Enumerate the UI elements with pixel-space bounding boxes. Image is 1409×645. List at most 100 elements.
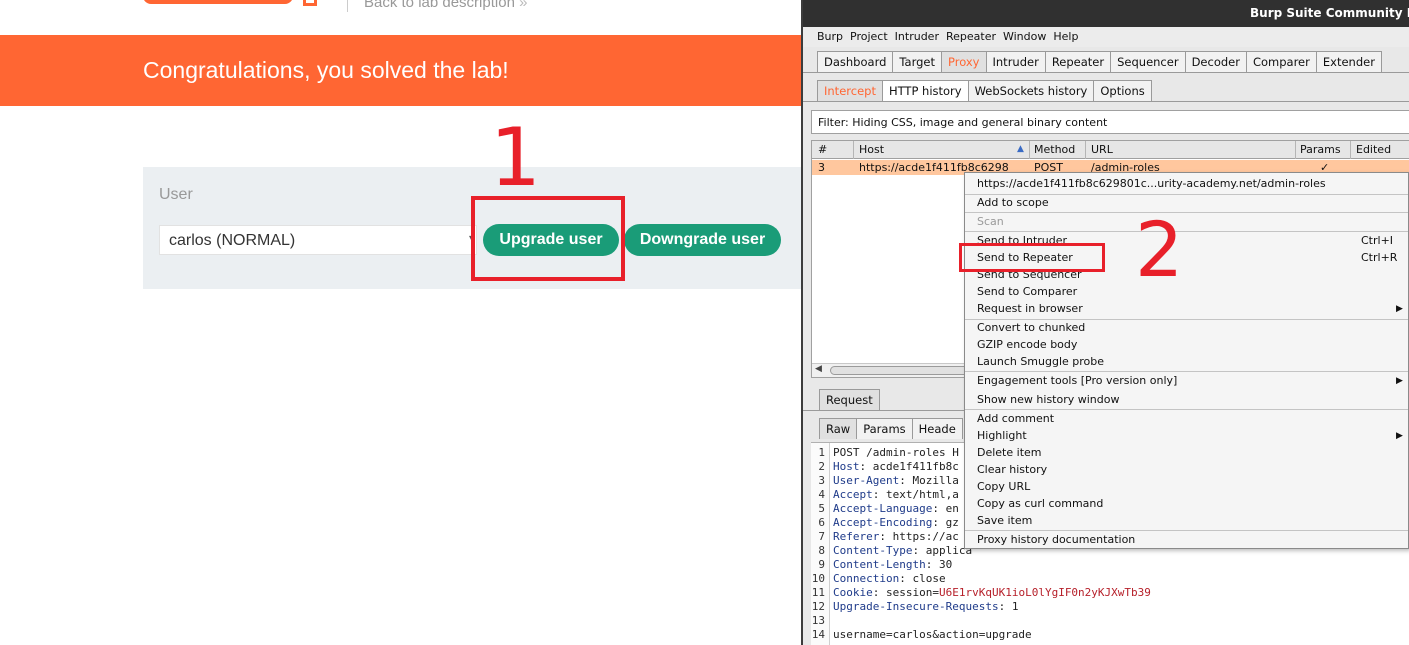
ctx-show-new-history[interactable]: Show new history window <box>977 393 1119 406</box>
main-tabs: Dashboard Target Proxy Intruder Repeater… <box>817 51 1382 72</box>
col-url[interactable]: URL <box>1091 143 1113 156</box>
header-name: Content-Length <box>833 558 926 571</box>
congrats-message: Congratulations, you solved the lab! <box>143 57 509 83</box>
tab-websockets-history[interactable]: WebSockets history <box>967 80 1095 101</box>
line-number: 1 <box>818 446 825 459</box>
ctx-scan: Scan <box>977 215 1004 228</box>
user-label: User <box>159 186 193 203</box>
line-number: 2 <box>818 460 825 473</box>
tab-sequencer[interactable]: Sequencer <box>1110 51 1186 72</box>
tab-raw[interactable]: Raw <box>819 418 858 439</box>
line-value: : acde1f411fb8c <box>859 460 959 473</box>
menu-help[interactable]: Help <box>1053 30 1078 47</box>
menu-burp[interactable]: Burp <box>817 30 843 47</box>
tab-intercept[interactable]: Intercept <box>817 80 883 101</box>
request-line: 2 Host: acde1f411fb8c <box>811 460 959 474</box>
ctx-convert-to-chunked[interactable]: Convert to chunked <box>977 321 1085 334</box>
tab-http-history[interactable]: HTTP history <box>881 80 969 101</box>
submenu-arrow-icon: ▶ <box>1396 431 1403 441</box>
line-value: : close <box>899 572 946 585</box>
ctx-clear-history[interactable]: Clear history <box>977 463 1047 476</box>
ctx-add-to-scope[interactable]: Add to scope <box>977 196 1049 209</box>
line-number: 4 <box>818 488 825 501</box>
header-name: User-Agent <box>833 474 900 487</box>
header-name: Cookie <box>833 586 873 599</box>
menu-repeater[interactable]: Repeater <box>946 30 996 47</box>
tab-decoder[interactable]: Decoder <box>1184 51 1247 72</box>
request-line: 9 Content-Length: 30 <box>811 558 952 572</box>
tab-extender[interactable]: Extender <box>1315 51 1382 72</box>
request-line: 6 Accept-Encoding: gz <box>811 516 958 530</box>
ctx-repeater-shortcut: Ctrl+R <box>1361 251 1398 264</box>
col-method[interactable]: Method <box>1034 143 1075 156</box>
line-number: 6 <box>818 516 825 529</box>
col-num[interactable]: # <box>818 143 827 156</box>
tab-options[interactable]: Options <box>1093 80 1152 101</box>
request-line: 3 User-Agent: Mozilla <box>811 474 959 488</box>
tab-comparer[interactable]: Comparer <box>1245 51 1317 72</box>
ctx-copy-as-curl[interactable]: Copy as curl command <box>977 497 1103 510</box>
request-line: 4 Accept: text/html,a <box>811 488 959 502</box>
ctx-engagement-tools[interactable]: Engagement tools [Pro version only] <box>977 374 1177 387</box>
request-line: 1 POST /admin-roles H <box>811 446 958 460</box>
ctx-intruder-shortcut: Ctrl+I <box>1361 234 1394 247</box>
line-number: 8 <box>818 544 825 557</box>
header-name: Host <box>833 460 860 473</box>
ctx-launch-smuggle[interactable]: Launch Smuggle probe <box>977 355 1104 368</box>
col-params[interactable]: Params <box>1300 143 1341 156</box>
lab-header: Back to lab description » <box>0 0 802 35</box>
line-value: : Mozilla <box>899 474 959 487</box>
request-tabs: Request <box>819 389 880 410</box>
header-name: Upgrade-Insecure-Requests <box>833 600 999 613</box>
col-host[interactable]: Host <box>859 143 884 156</box>
line-value: : en <box>932 502 959 515</box>
line-value: : 30 <box>925 558 953 571</box>
ctx-proxy-docs[interactable]: Proxy history documentation <box>977 533 1135 546</box>
col-edited[interactable]: Edited <box>1356 143 1391 156</box>
header-name: Referer <box>833 530 880 543</box>
menu-intruder[interactable]: Intruder <box>895 30 939 47</box>
tab-headers[interactable]: Heade <box>911 418 963 439</box>
request-line: 5 Accept-Language: en <box>811 502 959 516</box>
ctx-gzip-encode[interactable]: GZIP encode body <box>977 338 1077 351</box>
main-tabs-underline <box>803 72 1409 73</box>
ctx-copy-url[interactable]: Copy URL <box>977 480 1030 493</box>
ctx-save-item[interactable]: Save item <box>977 514 1032 527</box>
ctx-request-in-browser[interactable]: Request in browser <box>977 302 1083 315</box>
tab-request[interactable]: Request <box>819 389 880 410</box>
line-number: 11 <box>811 586 825 599</box>
editor-tabs: Raw Params Heade <box>819 418 963 439</box>
scrollbar-thumb[interactable] <box>830 366 980 375</box>
logo <box>143 0 323 8</box>
scroll-left-icon[interactable]: ◀ <box>815 364 822 374</box>
tab-target[interactable]: Target <box>892 51 942 72</box>
ctx-url: https://acde1f411fb8c629801c...urity-aca… <box>977 177 1326 190</box>
table-header: # Host ▲ Method URL Params Edited <box>812 141 1409 159</box>
burp-menubar: Burp Project Intruder Repeater Window He… <box>803 27 1409 47</box>
tab-intruder[interactable]: Intruder <box>985 51 1046 72</box>
tab-proxy[interactable]: Proxy <box>940 51 987 72</box>
user-select[interactable]: carlos (NORMAL) ▾ <box>159 225 477 255</box>
line-value: : text/html,a <box>872 488 959 501</box>
request-line: 8 Content-Type: applica <box>811 544 972 558</box>
tab-params[interactable]: Params <box>856 418 913 439</box>
filter-bar[interactable]: Filter: Hiding CSS, image and general bi… <box>811 110 1409 134</box>
menu-project[interactable]: Project <box>850 30 888 47</box>
request-line: 10 Connection: close <box>811 572 946 586</box>
ctx-highlight[interactable]: Highlight <box>977 429 1027 442</box>
ctx-send-to-comparer[interactable]: Send to Comparer <box>977 285 1077 298</box>
request-line: 13 <box>811 614 833 628</box>
header-name: Connection <box>833 572 900 585</box>
tab-dashboard[interactable]: Dashboard <box>817 51 894 72</box>
line-value: : 1 <box>998 600 1019 613</box>
ctx-delete-item[interactable]: Delete item <box>977 446 1042 459</box>
ctx-add-comment[interactable]: Add comment <box>977 412 1054 425</box>
line-number: 12 <box>811 600 825 613</box>
menu-window[interactable]: Window <box>1003 30 1046 47</box>
downgrade-user-button[interactable]: Downgrade user <box>624 224 781 256</box>
line-number: 9 <box>818 558 825 571</box>
back-to-lab-link[interactable]: Back to lab description » <box>364 0 527 11</box>
tab-repeater[interactable]: Repeater <box>1044 51 1112 72</box>
annotation-number-1: 1 <box>490 111 541 204</box>
back-link-label[interactable]: Back to lab description <box>364 0 515 11</box>
